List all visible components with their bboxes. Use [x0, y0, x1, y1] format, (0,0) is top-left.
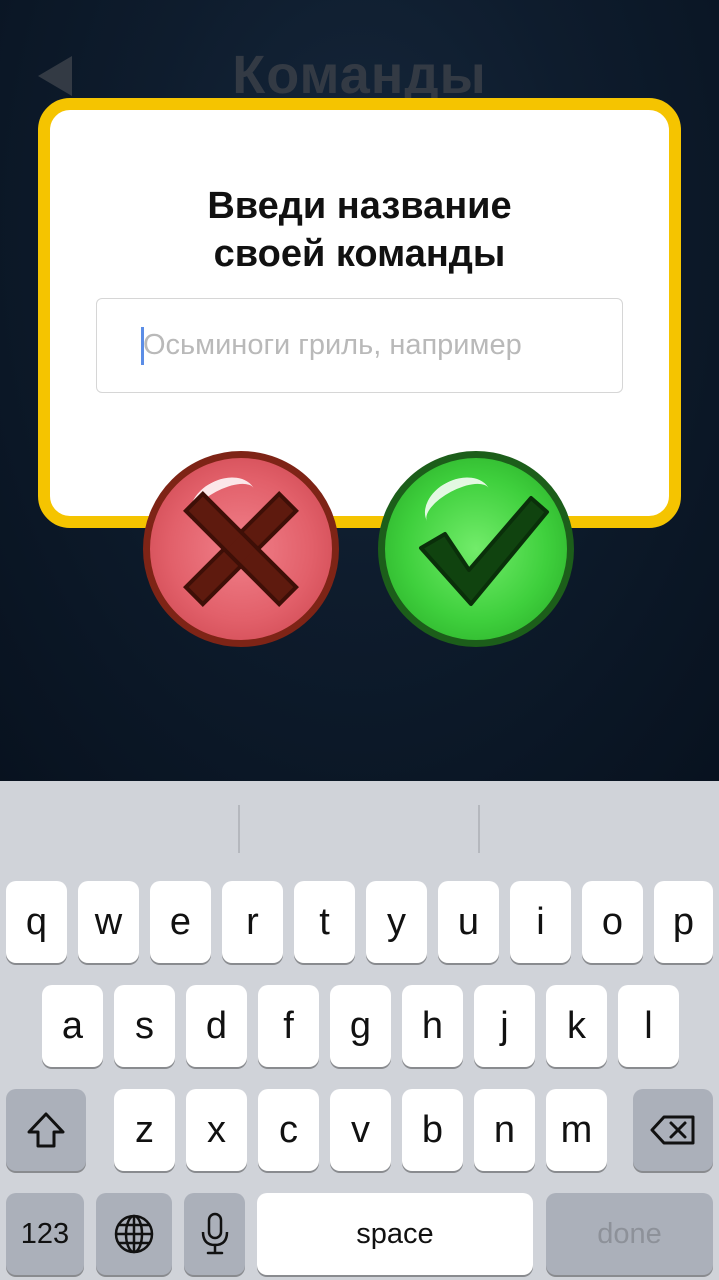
- key-s[interactable]: s: [114, 985, 175, 1067]
- key-a[interactable]: a: [42, 985, 103, 1067]
- key-e[interactable]: e: [150, 881, 211, 963]
- suggestion-divider: [478, 805, 480, 853]
- space-key[interactable]: space: [257, 1193, 533, 1275]
- key-b[interactable]: b: [402, 1089, 463, 1171]
- globe-key[interactable]: [96, 1193, 172, 1275]
- microphone-key[interactable]: [184, 1193, 245, 1275]
- key-u[interactable]: u: [438, 881, 499, 963]
- microphone-icon: [201, 1212, 228, 1255]
- done-key[interactable]: done: [546, 1193, 713, 1275]
- team-name-dialog: Введи название своей команды Осьминоги г…: [38, 98, 681, 528]
- on-screen-keyboard: q w e r t y u i o p a s d f g h j k l z …: [0, 781, 719, 1280]
- key-f[interactable]: f: [258, 985, 319, 1067]
- key-x[interactable]: x: [186, 1089, 247, 1171]
- shift-key[interactable]: [6, 1089, 86, 1171]
- key-q[interactable]: q: [6, 881, 67, 963]
- backspace-key[interactable]: [633, 1089, 713, 1171]
- shift-icon: [27, 1112, 65, 1148]
- key-p[interactable]: p: [654, 881, 713, 963]
- key-z[interactable]: z: [114, 1089, 175, 1171]
- checkmark-icon: [419, 496, 549, 606]
- key-l[interactable]: l: [618, 985, 679, 1067]
- team-name-input[interactable]: Осьминоги гриль, например: [96, 298, 623, 393]
- key-o[interactable]: o: [582, 881, 643, 963]
- numbers-key[interactable]: 123: [6, 1193, 84, 1275]
- cancel-button[interactable]: [143, 451, 339, 647]
- key-k[interactable]: k: [546, 985, 607, 1067]
- cross-icon: [183, 491, 299, 607]
- page-title: Команды: [232, 45, 487, 105]
- key-y[interactable]: y: [366, 881, 427, 963]
- globe-icon: [114, 1214, 154, 1254]
- key-w[interactable]: w: [78, 881, 139, 963]
- key-n[interactable]: n: [474, 1089, 535, 1171]
- key-t[interactable]: t: [294, 881, 355, 963]
- key-r[interactable]: r: [222, 881, 283, 963]
- suggestion-divider: [238, 805, 240, 853]
- key-i[interactable]: i: [510, 881, 571, 963]
- backspace-icon: [650, 1115, 695, 1145]
- key-g[interactable]: g: [330, 985, 391, 1067]
- key-d[interactable]: d: [186, 985, 247, 1067]
- dialog-title: Введи название своей команды: [207, 185, 512, 275]
- key-j[interactable]: j: [474, 985, 535, 1067]
- team-name-placeholder: Осьминоги гриль, например: [143, 329, 522, 361]
- confirm-button[interactable]: [378, 451, 574, 647]
- key-m[interactable]: m: [546, 1089, 607, 1171]
- key-c[interactable]: c: [258, 1089, 319, 1171]
- key-v[interactable]: v: [330, 1089, 391, 1171]
- key-h[interactable]: h: [402, 985, 463, 1067]
